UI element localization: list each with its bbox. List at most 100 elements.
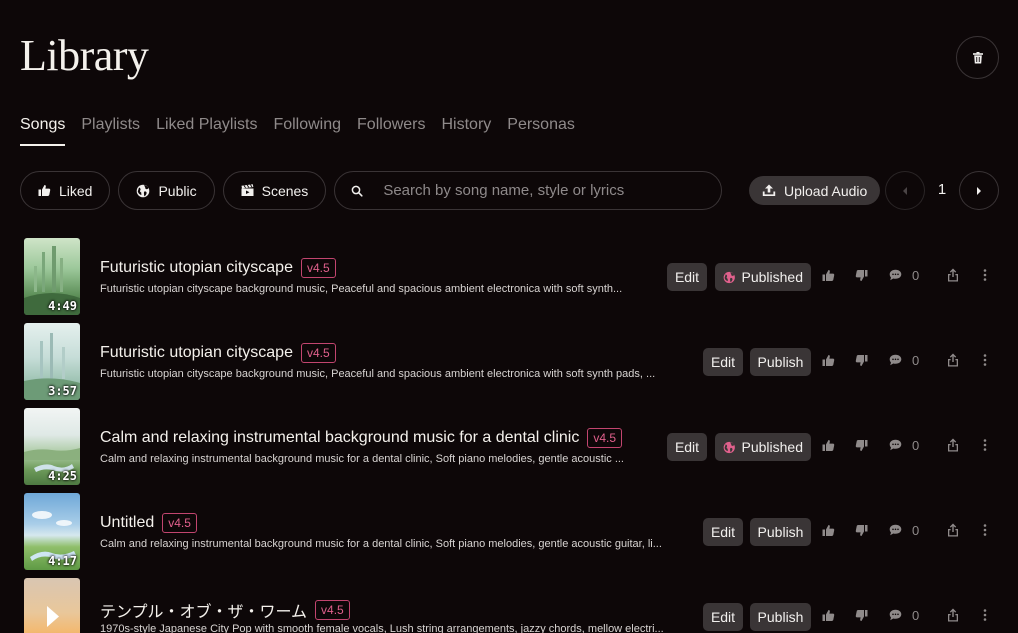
song-title[interactable]: Untitled bbox=[100, 514, 154, 532]
published-button[interactable]: Published bbox=[715, 433, 811, 461]
globe-icon bbox=[137, 184, 150, 197]
comment-count: 0 bbox=[912, 523, 920, 538]
page-title: Library bbox=[20, 31, 149, 80]
tab-following[interactable]: Following bbox=[273, 116, 341, 146]
song-title-wrap: Futuristic utopian cityscape v4.5 bbox=[100, 258, 336, 278]
more-vertical-icon bbox=[983, 524, 987, 536]
edit-button[interactable]: Edit bbox=[703, 603, 743, 631]
song-cover[interactable]: 4:17 bbox=[24, 493, 80, 570]
play-icon bbox=[47, 606, 59, 627]
comment-button[interactable] bbox=[889, 524, 902, 536]
thumbs-down-icon bbox=[855, 355, 868, 366]
tab-songs[interactable]: Songs bbox=[20, 116, 66, 146]
song-cover[interactable]: 4:25 bbox=[24, 408, 80, 485]
more-options-button[interactable] bbox=[983, 524, 987, 536]
like-button[interactable] bbox=[822, 269, 835, 282]
song-cover[interactable]: 4:49 bbox=[24, 238, 80, 315]
song-description: 1970s-style Japanese City Pop with smoot… bbox=[100, 623, 664, 633]
more-options-button[interactable] bbox=[983, 439, 987, 451]
publish-button[interactable]: Publish bbox=[750, 603, 811, 631]
comment-icon bbox=[889, 439, 902, 451]
share-button[interactable] bbox=[947, 523, 959, 537]
public-filter-button[interactable]: Public bbox=[118, 171, 215, 210]
share-button[interactable] bbox=[947, 608, 959, 622]
more-options-button[interactable] bbox=[983, 354, 987, 366]
previous-page-button[interactable] bbox=[885, 171, 925, 210]
comment-count: 0 bbox=[912, 608, 920, 623]
share-button[interactable] bbox=[947, 353, 959, 367]
song-cover[interactable] bbox=[24, 578, 80, 633]
edit-button[interactable]: Edit bbox=[703, 518, 743, 546]
comment-button[interactable] bbox=[889, 354, 902, 366]
comment-button[interactable] bbox=[889, 609, 902, 621]
chevron-left-icon bbox=[903, 186, 907, 195]
dislike-button[interactable] bbox=[855, 524, 868, 537]
tab-liked-playlists[interactable]: Liked Playlists bbox=[156, 116, 257, 146]
edit-button[interactable]: Edit bbox=[667, 433, 707, 461]
clapperboard-icon bbox=[241, 184, 254, 196]
upload-icon bbox=[762, 184, 776, 196]
song-row[interactable]: 4:25 Calm and relaxing instrumental back… bbox=[0, 406, 1018, 491]
share-button[interactable] bbox=[947, 268, 959, 282]
publish-button[interactable]: Publish bbox=[750, 518, 811, 546]
comment-button[interactable] bbox=[889, 269, 902, 281]
scenes-filter-button[interactable]: Scenes bbox=[222, 171, 327, 210]
liked-filter-button[interactable]: Liked bbox=[20, 171, 111, 210]
song-description: Futuristic utopian cityscape background … bbox=[100, 368, 656, 380]
comment-icon bbox=[889, 354, 902, 366]
tab-followers[interactable]: Followers bbox=[357, 116, 425, 146]
more-vertical-icon bbox=[983, 354, 987, 366]
song-cover[interactable]: 3:57 bbox=[24, 323, 80, 400]
like-button[interactable] bbox=[822, 609, 835, 622]
published-label: Published bbox=[741, 439, 804, 455]
filter-bar: Liked Public Scenes Search by song name,… bbox=[20, 171, 723, 210]
dislike-button[interactable] bbox=[855, 354, 868, 367]
trash-button[interactable] bbox=[956, 36, 999, 79]
song-list: 4:49 Futuristic utopian cityscape v4.5 F… bbox=[0, 236, 1018, 633]
comment-button[interactable] bbox=[889, 439, 902, 451]
share-icon bbox=[948, 353, 958, 367]
upload-audio-button[interactable]: Upload Audio bbox=[749, 176, 881, 205]
share-button[interactable] bbox=[947, 438, 959, 452]
song-duration: 4:25 bbox=[48, 469, 77, 483]
dislike-button[interactable] bbox=[855, 269, 868, 282]
published-button[interactable]: Published bbox=[715, 263, 811, 291]
more-options-button[interactable] bbox=[983, 609, 987, 621]
search-field[interactable]: Search by song name, style or lyrics bbox=[334, 171, 723, 210]
more-options-button[interactable] bbox=[983, 269, 987, 281]
globe-icon bbox=[723, 441, 735, 453]
thumbs-down-icon bbox=[855, 610, 868, 621]
song-row[interactable]: テンプル・オブ・ザ・ワーム v4.5 1970s-style Japanese … bbox=[0, 576, 1018, 633]
song-title[interactable]: Futuristic utopian cityscape bbox=[100, 344, 293, 362]
comment-count: 0 bbox=[912, 268, 920, 283]
song-description: Calm and relaxing instrumental backgroun… bbox=[100, 538, 662, 550]
like-button[interactable] bbox=[822, 439, 835, 452]
song-row[interactable]: 3:57 Futuristic utopian cityscape v4.5 F… bbox=[0, 321, 1018, 406]
tab-playlists[interactable]: Playlists bbox=[81, 116, 140, 146]
dislike-button[interactable] bbox=[855, 439, 868, 452]
dislike-button[interactable] bbox=[855, 609, 868, 622]
more-vertical-icon bbox=[983, 269, 987, 281]
song-title[interactable]: Calm and relaxing instrumental backgroun… bbox=[100, 429, 579, 447]
thumbs-down-icon bbox=[855, 440, 868, 451]
comment-icon bbox=[889, 609, 902, 621]
edit-button[interactable]: Edit bbox=[667, 263, 707, 291]
tab-personas[interactable]: Personas bbox=[507, 116, 575, 146]
like-button[interactable] bbox=[822, 354, 835, 367]
thumbs-up-icon bbox=[38, 185, 51, 196]
next-page-button[interactable] bbox=[959, 171, 999, 210]
song-title[interactable]: Futuristic utopian cityscape bbox=[100, 259, 293, 277]
liked-filter-label: Liked bbox=[59, 182, 93, 199]
tab-history[interactable]: History bbox=[442, 116, 492, 146]
song-row[interactable]: 4:17 Untitled v4.5 Calm and relaxing ins… bbox=[0, 491, 1018, 576]
public-filter-label: Public bbox=[158, 182, 197, 199]
globe-icon bbox=[723, 271, 735, 283]
song-description: Futuristic utopian cityscape background … bbox=[100, 283, 623, 295]
edit-button[interactable]: Edit bbox=[703, 348, 743, 376]
like-button[interactable] bbox=[822, 524, 835, 537]
published-label: Published bbox=[741, 269, 804, 285]
song-title[interactable]: テンプル・オブ・ザ・ワーム bbox=[100, 598, 307, 622]
publish-button[interactable]: Publish bbox=[750, 348, 811, 376]
song-row[interactable]: 4:49 Futuristic utopian cityscape v4.5 F… bbox=[0, 236, 1018, 321]
song-description: Calm and relaxing instrumental backgroun… bbox=[100, 453, 624, 465]
